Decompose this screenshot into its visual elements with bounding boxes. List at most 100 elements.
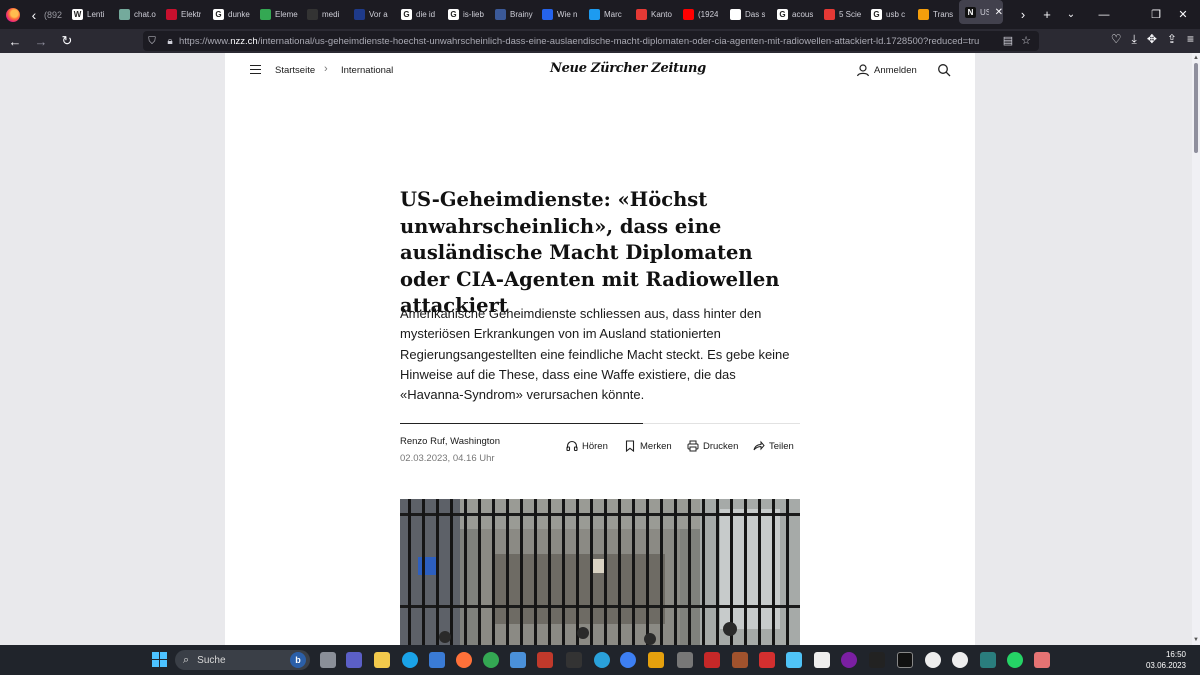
bookmark-star-icon[interactable]: ☆	[1021, 34, 1031, 47]
file-explorer-icon[interactable]	[374, 652, 390, 668]
browser-tab[interactable]: 5 Scie	[818, 0, 865, 29]
divider	[643, 423, 800, 424]
browser-tab[interactable]: Gusb c	[865, 0, 912, 29]
breadcrumb-section[interactable]: International	[341, 65, 393, 76]
new-tab-button[interactable]: +	[1035, 7, 1059, 22]
browser-tab[interactable]: Das s	[724, 0, 771, 29]
scroll-up-icon[interactable]: ▲	[1192, 55, 1200, 61]
lock-icon[interactable]: 🔒︎	[161, 36, 179, 47]
telegram-icon[interactable]	[594, 652, 610, 668]
reader-view-icon[interactable]: ▤	[1003, 34, 1013, 47]
browser-tab[interactable]: Elektr	[160, 0, 207, 29]
browser-tab[interactable]: W Lenti	[66, 0, 113, 29]
article-headline: US-Geheimdienste: «Höchst unwahrscheinli…	[400, 188, 780, 317]
browser-tab[interactable]: Gdie id	[395, 0, 442, 29]
browser-tab[interactable]: chat.o	[113, 0, 160, 29]
login-link[interactable]: Anmelden	[874, 65, 917, 76]
share-icon[interactable]: ⇪	[1167, 32, 1177, 47]
system-clock[interactable]: 16:50 03.06.2023	[1146, 649, 1186, 671]
tab-close-icon[interactable]: ✕	[995, 7, 1003, 18]
firefox-icon[interactable]	[456, 652, 472, 668]
breadcrumb-home[interactable]: Startseite	[275, 65, 315, 76]
browser-tab[interactable]: Vor a	[348, 0, 395, 29]
window-scrollbar[interactable]: ▲ ▼	[1192, 53, 1200, 645]
store-icon[interactable]	[429, 652, 445, 668]
app-icon[interactable]	[677, 652, 693, 668]
pocket-icon[interactable]: ♡	[1111, 32, 1122, 47]
browser-tab[interactable]: Gis-lieb	[442, 0, 489, 29]
tracking-shield-icon[interactable]: ⛉	[143, 36, 161, 47]
task-view-icon[interactable]	[320, 652, 336, 668]
bookmark-button[interactable]: Merken	[624, 440, 672, 452]
browser-tab[interactable]: Kanto	[630, 0, 677, 29]
minimize-button[interactable]: —	[1087, 0, 1121, 29]
app-icon[interactable]	[732, 652, 748, 668]
tab-scroll-right-icon[interactable]: ›	[1011, 7, 1035, 22]
app-icon[interactable]	[537, 652, 553, 668]
app-icon[interactable]	[980, 652, 996, 668]
taskbar-search[interactable]: ⌕ Suche b	[175, 650, 310, 670]
teams-icon[interactable]	[346, 652, 362, 668]
address-bar[interactable]: ⛉ 🔒︎ https://www.nzz.ch/international/us…	[143, 31, 1039, 51]
app-icon[interactable]	[704, 652, 720, 668]
browser-tab[interactable]: Gacous	[771, 0, 818, 29]
app-icon[interactable]	[925, 652, 941, 668]
app-icon[interactable]	[648, 652, 664, 668]
app-icon[interactable]	[759, 652, 775, 668]
browser-tab[interactable]: (1924	[677, 0, 724, 29]
browser-tab[interactable]: medi	[301, 0, 348, 29]
scroll-thumb[interactable]	[1194, 63, 1198, 153]
nzz-logo[interactable]: Neue Zürcher Zeitung	[550, 61, 706, 76]
tab-label: Elektr	[181, 10, 202, 19]
back-button[interactable]: ←	[2, 34, 28, 49]
extensions-icon[interactable]: ✥	[1147, 32, 1157, 47]
print-button[interactable]: Drucken	[687, 440, 738, 452]
edge-icon[interactable]	[402, 652, 418, 668]
listen-button[interactable]: Hören	[566, 440, 608, 452]
tab-partial-label[interactable]: (892	[44, 10, 66, 20]
app-icon[interactable]	[869, 652, 885, 668]
forward-button[interactable]: →	[28, 34, 54, 49]
browser-tab[interactable]: Wie n	[536, 0, 583, 29]
browser-tab[interactable]: Brainy	[489, 0, 536, 29]
bing-icon[interactable]: b	[290, 652, 306, 668]
app-icon[interactable]	[1034, 652, 1050, 668]
browser-tab[interactable]: Gdunke	[207, 0, 254, 29]
app-icon[interactable]	[566, 652, 582, 668]
downloads-icon[interactable]: ⤓	[1132, 32, 1137, 47]
browser-tab[interactable]: Eleme	[254, 0, 301, 29]
app-menu-icon[interactable]: ≡	[1187, 32, 1194, 47]
url-text[interactable]: https://www.nzz.ch/international/us-gehe…	[179, 36, 979, 47]
window-close-button[interactable]: ✕	[1166, 0, 1200, 29]
terminal-icon[interactable]	[897, 652, 913, 668]
app-icon[interactable]	[510, 652, 526, 668]
app-icon[interactable]	[786, 652, 802, 668]
site-header: Startseite › International Neue Zürcher …	[225, 53, 975, 89]
scroll-down-icon[interactable]: ▼	[1192, 637, 1200, 643]
chrome-icon[interactable]	[483, 652, 499, 668]
browser-tab[interactable]: Trans	[912, 0, 959, 29]
windows-start-icon[interactable]	[152, 652, 167, 667]
google-icon: G	[448, 9, 459, 20]
github-icon	[307, 9, 318, 20]
whatsapp-icon[interactable]	[1007, 652, 1023, 668]
app-icon[interactable]	[814, 652, 830, 668]
tab-label: Wie n	[557, 10, 578, 19]
chevron-right-icon: ›	[324, 63, 328, 75]
browser-tab[interactable]: Marc	[583, 0, 630, 29]
article-lead: Amerikanische Geheimdienste schliessen a…	[400, 306, 790, 403]
share-button[interactable]: Teilen	[753, 440, 794, 452]
user-icon[interactable]	[856, 63, 870, 77]
app-icon[interactable]	[952, 652, 968, 668]
search-icon[interactable]	[937, 63, 951, 77]
list-all-tabs-icon[interactable]: ⌄	[1059, 9, 1083, 20]
firefox-menu-icon[interactable]	[6, 7, 20, 22]
tab-active[interactable]: N US ✕	[959, 0, 1003, 24]
app-icon[interactable]	[841, 652, 857, 668]
tab-scroll-left-icon[interactable]: ‹	[24, 7, 44, 23]
article-author[interactable]: Renzo Ruf, Washington	[400, 436, 500, 447]
tab-label: die id	[416, 10, 436, 19]
reload-button[interactable]: ↻	[54, 33, 80, 49]
signal-icon[interactable]	[620, 652, 636, 668]
menu-icon[interactable]	[250, 65, 261, 74]
